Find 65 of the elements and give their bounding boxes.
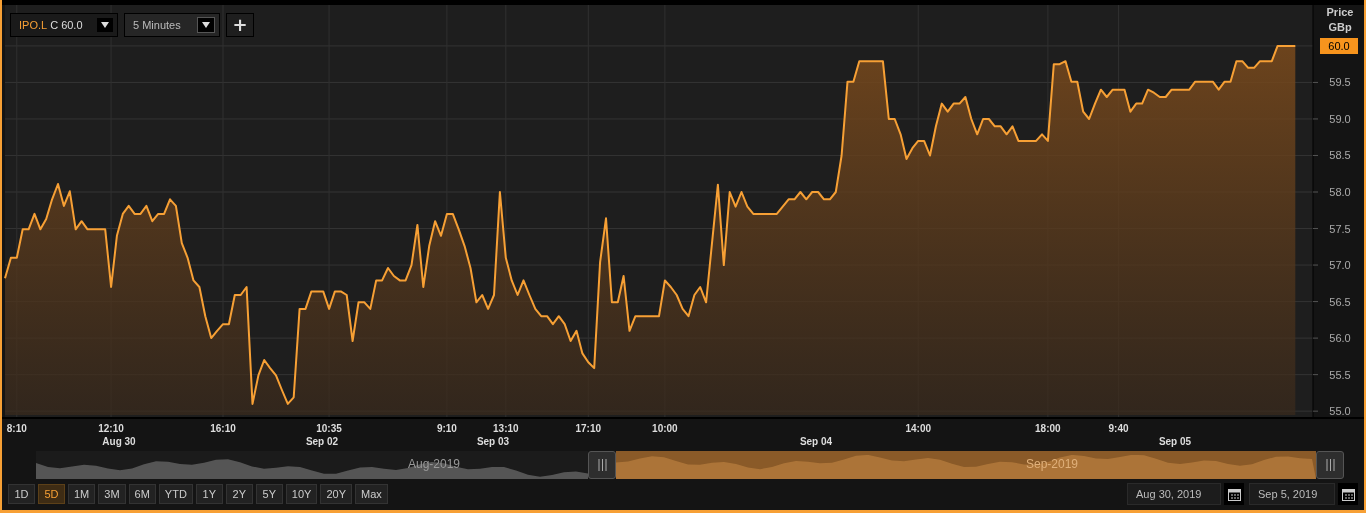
range-button[interactable]: 1M bbox=[68, 484, 96, 504]
caret-icon bbox=[202, 22, 210, 28]
date-field[interactable]: Aug 30, 2019 bbox=[1127, 483, 1221, 505]
symbol-text: IPO.L bbox=[19, 19, 48, 31]
quote-text: C 60.0 bbox=[50, 19, 83, 31]
x-axis-label: 10:00 bbox=[652, 423, 678, 434]
range-button[interactable]: 1Y bbox=[195, 484, 223, 504]
x-axis-label: 14:00 bbox=[905, 423, 932, 434]
grip-icon bbox=[1325, 459, 1335, 471]
navigator-range[interactable]: Aug-2019 bbox=[36, 451, 588, 479]
navigator-handle[interactable] bbox=[1316, 451, 1344, 479]
y-axis-label: 56.5 bbox=[1329, 295, 1351, 308]
range-button[interactable]: Max bbox=[355, 484, 388, 504]
grip-icon bbox=[597, 459, 607, 471]
x-axis-label: 8:10 bbox=[6, 423, 27, 434]
interval-selector[interactable]: 5 Minutes bbox=[124, 13, 220, 37]
dropdown-button[interactable] bbox=[97, 18, 113, 32]
y-axis-label: 59.5 bbox=[1329, 76, 1351, 89]
interval-text: 5 Minutes bbox=[133, 19, 181, 31]
calendar-icon bbox=[1227, 487, 1241, 501]
range-button[interactable]: 3M bbox=[98, 484, 126, 504]
axis-title: Price bbox=[1326, 6, 1354, 18]
range-button[interactable]: 2Y bbox=[225, 484, 253, 504]
calendar-button[interactable] bbox=[1224, 483, 1244, 505]
y-axis-label: 58.5 bbox=[1329, 149, 1351, 162]
x-axis-label: 12:10 bbox=[98, 423, 124, 434]
x-axis-label: 10:35 bbox=[316, 423, 342, 434]
y-axis-label: 57.0 bbox=[1329, 259, 1351, 272]
y-axis-label: 58.0 bbox=[1329, 186, 1351, 198]
date-field[interactable]: Sep 5, 2019 bbox=[1249, 483, 1335, 505]
range-label: Sep-2019 bbox=[1026, 457, 1079, 471]
x-axis-label: 16:10 bbox=[210, 423, 236, 434]
y-axis-label: 55.5 bbox=[1329, 368, 1351, 381]
current-price: 60.0 bbox=[1328, 40, 1350, 52]
x-axis-label: 13:10 bbox=[493, 423, 519, 434]
range-button[interactable]: 1D bbox=[8, 484, 35, 504]
x-axis-label: 18:00 bbox=[1035, 423, 1061, 434]
current-price-badge bbox=[1320, 38, 1358, 54]
dropdown-button[interactable] bbox=[197, 17, 215, 33]
date-label: Sep 02 bbox=[305, 436, 339, 447]
x-axis-label: 9:10 bbox=[436, 423, 457, 434]
axis-unit: GBp bbox=[1328, 21, 1352, 33]
range-button[interactable]: YTD bbox=[158, 484, 193, 504]
caret-icon bbox=[101, 22, 109, 28]
range-button[interactable]: 6M bbox=[128, 484, 156, 504]
calendar-button[interactable] bbox=[1338, 483, 1358, 505]
y-axis-label: 57.5 bbox=[1329, 222, 1351, 235]
x-axis-label: 9:40 bbox=[1108, 423, 1129, 434]
range-button[interactable]: 5D bbox=[38, 484, 65, 504]
range-label: Aug-2019 bbox=[408, 457, 461, 471]
range-button[interactable]: 10Y bbox=[285, 484, 318, 504]
y-axis-label: 56.0 bbox=[1329, 332, 1351, 345]
date-label: Sep 04 bbox=[799, 436, 833, 447]
date-label: Sep 05 bbox=[1158, 436, 1192, 447]
date-label: Aug 30 bbox=[102, 436, 136, 447]
calendar-icon bbox=[1341, 487, 1355, 501]
add-button[interactable]: + bbox=[226, 13, 254, 37]
x-axis-label: 17:10 bbox=[575, 423, 602, 434]
symbol-selector[interactable]: IPO.L C 60.0 bbox=[10, 13, 118, 37]
navigator-handle[interactable] bbox=[588, 451, 616, 479]
range-button[interactable]: 5Y bbox=[255, 484, 283, 504]
range-button[interactable]: 20Y bbox=[320, 484, 352, 504]
y-axis-label: 59.0 bbox=[1329, 112, 1351, 125]
y-axis-label: 55.0 bbox=[1329, 405, 1351, 418]
date-label: Sep 03 bbox=[476, 436, 510, 447]
